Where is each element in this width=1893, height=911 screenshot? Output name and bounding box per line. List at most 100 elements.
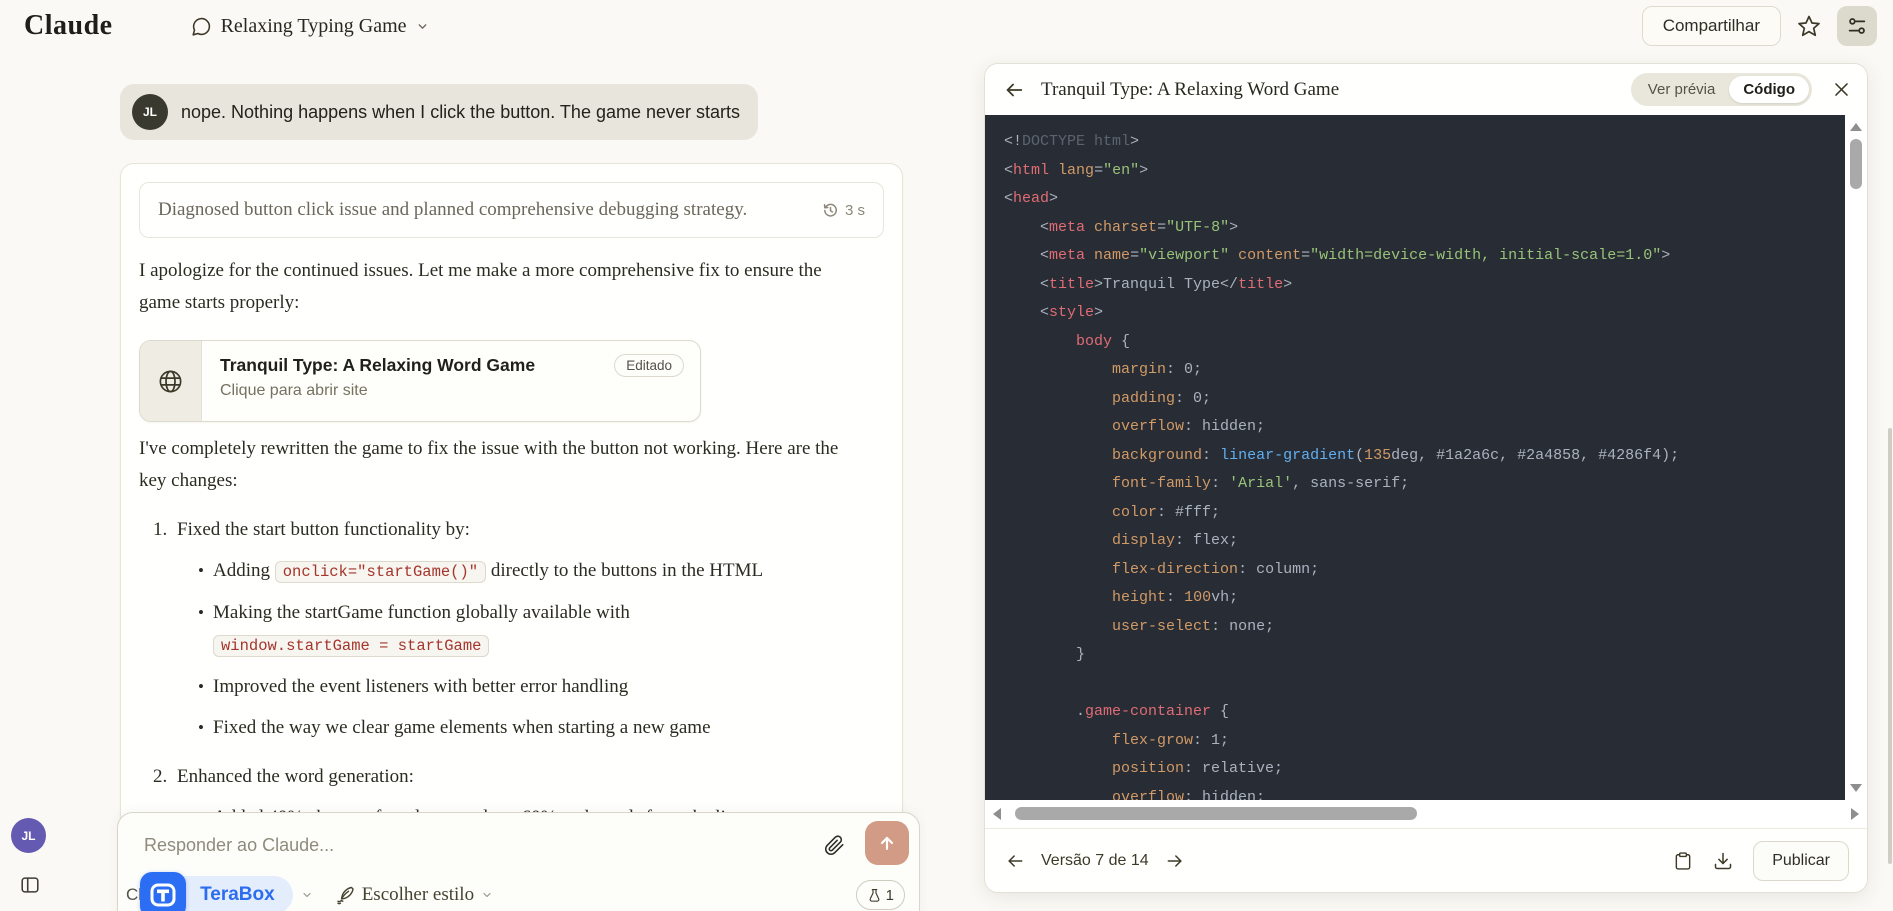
- thought-summary: Diagnosed button click issue and planned…: [158, 199, 748, 220]
- terabox-logo-icon: [140, 872, 187, 911]
- top-bar: Claude Relaxing Typing Game Compartilhar: [0, 0, 1893, 52]
- reply-input[interactable]: Responder ao Claude...: [144, 835, 334, 856]
- page-scrollbar-thumb[interactable]: [1888, 428, 1892, 864]
- code-line: overflow: hidden;: [1112, 418, 1266, 435]
- assistant-response-card: Diagnosed button click issue and planned…: [120, 163, 903, 911]
- code-line: flex-grow: 1;: [1112, 731, 1230, 749]
- code-line: font-family: 'Arial', sans-serif;: [1112, 475, 1410, 492]
- next-version-arrow-icon[interactable]: [1165, 851, 1185, 871]
- view-toggle: Ver prévia Código: [1630, 73, 1812, 106]
- code-vertical-scrollbar[interactable]: [1845, 115, 1867, 800]
- attach-button[interactable]: [824, 835, 845, 856]
- list-item-text: Enhanced the word generation:: [177, 766, 414, 787]
- code-line: display: flex;: [1112, 532, 1239, 549]
- globe-icon: [157, 368, 184, 395]
- previous-version-arrow-icon[interactable]: [1005, 851, 1025, 871]
- artifact-card[interactable]: Tranquil Type: A Relaxing Word Game Edit…: [139, 340, 701, 422]
- user-message: JL nope. Nothing happens when I click th…: [120, 84, 759, 140]
- code-line: }: [1004, 646, 1086, 663]
- list-item: • Adding onclick="startGame()" directly t…: [139, 555, 884, 588]
- download-icon[interactable]: [1713, 851, 1733, 871]
- response-intro: I apologize for the continued issues. Le…: [139, 260, 822, 313]
- code-line: user-select: none;: [1112, 617, 1275, 635]
- model-chevron-icon[interactable]: [301, 889, 313, 901]
- arrow-up-icon: [877, 833, 897, 853]
- list-item: • Making the startGame function globally …: [139, 597, 884, 662]
- list-item: • Fixed the way we clear game elements wh…: [139, 712, 884, 744]
- settings-button[interactable]: [1837, 6, 1877, 46]
- code-line: <meta name="viewport" content="width=dev…: [1004, 247, 1671, 264]
- code-line: body {: [1076, 332, 1131, 350]
- response-body: I've completely rewritten the game to fi…: [139, 438, 839, 491]
- inline-code: onclick="startGame()": [274, 561, 487, 583]
- code-line: <title>Tranquil Type</title>: [1004, 275, 1293, 293]
- code-lines[interactable]: <!DOCTYPE html> <html lang="en"> <head> <m…: [985, 115, 1845, 800]
- close-icon[interactable]: [1832, 80, 1851, 99]
- list-item-text: Making the startGame function globally a…: [213, 602, 630, 657]
- list-item: • Improved the event listeners with bette…: [139, 671, 884, 703]
- scroll-up-arrow[interactable]: [1850, 123, 1862, 131]
- list-item-text: Adding onclick="startGame()" directly to…: [213, 560, 764, 583]
- list-item-text: Fixed the start button functionality by:: [177, 519, 470, 540]
- artifact-panel: Tranquil Type: A Relaxing Word Game Ver …: [984, 63, 1868, 893]
- tab-code[interactable]: Código: [1729, 76, 1809, 103]
- user-avatar: JL: [132, 94, 168, 130]
- chat-title-menu[interactable]: Relaxing Typing Game: [191, 15, 429, 38]
- share-button[interactable]: Compartilhar: [1641, 6, 1781, 46]
- usage-counter[interactable]: 1: [855, 880, 905, 910]
- footer-actions: Publicar: [1673, 840, 1849, 881]
- list-item-text: Improved the event listeners with better…: [213, 676, 629, 697]
- flask-icon: [867, 888, 882, 903]
- send-button[interactable]: [865, 821, 909, 865]
- code-line: <!DOCTYPE html>: [1004, 133, 1140, 150]
- code-line: .game-container {: [1004, 703, 1230, 720]
- bullet-marker: •: [198, 603, 204, 622]
- star-icon[interactable]: [1797, 14, 1821, 38]
- code-line: color: #fff;: [1112, 503, 1221, 521]
- code-line: <style>: [1004, 304, 1104, 321]
- artifact-title: Tranquil Type: A Relaxing Word Game: [220, 355, 536, 375]
- app-window: Claude Relaxing Typing Game Compartilhar…: [0, 0, 1893, 911]
- horizontal-scroll-thumb[interactable]: [1015, 807, 1417, 820]
- quill-icon: [335, 885, 355, 905]
- style-label: Escolher estilo: [361, 884, 475, 905]
- artifact-edited-badge: Editado: [614, 354, 684, 377]
- scroll-left-arrow[interactable]: [993, 808, 1001, 820]
- tab-preview[interactable]: Ver prévia: [1634, 76, 1730, 103]
- artifact-panel-title: Tranquil Type: A Relaxing Word Game: [1041, 78, 1340, 100]
- account-avatar[interactable]: JL: [11, 818, 46, 853]
- thought-duration-group: 3 s: [822, 202, 865, 219]
- code-line: flex-direction: column;: [1112, 560, 1320, 578]
- scroll-right-arrow[interactable]: [1851, 808, 1859, 820]
- list-item: 2. Enhanced the word generation:: [139, 761, 884, 793]
- terabox-pill: TeraBox: [174, 876, 293, 911]
- code-line: position: relative;: [1112, 760, 1284, 777]
- bullet-marker: •: [198, 561, 204, 580]
- copy-icon[interactable]: [1673, 851, 1693, 871]
- code-line: height: 100vh;: [1112, 589, 1239, 606]
- scroll-down-arrow[interactable]: [1850, 784, 1862, 792]
- code-line: <head>: [1004, 190, 1059, 207]
- artifact-body: Tranquil Type: A Relaxing Word Game Edit…: [202, 341, 700, 421]
- claude-logo[interactable]: Claude: [24, 10, 113, 42]
- publish-button[interactable]: Publicar: [1753, 840, 1849, 881]
- code-zone: <!DOCTYPE html> <html lang="en"> <head> <m…: [985, 115, 1867, 800]
- thought-duration: 3 s: [844, 201, 865, 219]
- terabox-label: TeraBox: [200, 884, 275, 905]
- style-selector[interactable]: Escolher estilo: [335, 884, 493, 906]
- code-line: <meta charset="UTF-8">: [1004, 218, 1239, 236]
- inline-code: window.startGame = startGame: [213, 635, 490, 657]
- thought-process-toggle[interactable]: Diagnosed button click issue and planned…: [139, 182, 884, 238]
- code-line: margin: 0;: [1112, 361, 1203, 378]
- list-number: 1.: [153, 519, 168, 540]
- sidebar-toggle-icon[interactable]: [19, 874, 41, 896]
- user-message-text: nope. Nothing happens when I click the b…: [181, 101, 741, 122]
- terabox-extension-button[interactable]: TeraBox: [140, 872, 293, 911]
- vertical-scroll-thumb[interactable]: [1850, 139, 1862, 189]
- artifact-panel-header: Tranquil Type: A Relaxing Word Game Ver …: [985, 64, 1867, 115]
- artifact-panel-footer: Versão 7 de 14 Publicar: [985, 828, 1867, 892]
- code-horizontal-scrollbar[interactable]: [985, 800, 1867, 828]
- chevron-down-icon: [416, 20, 429, 33]
- back-arrow-icon[interactable]: [1003, 79, 1025, 101]
